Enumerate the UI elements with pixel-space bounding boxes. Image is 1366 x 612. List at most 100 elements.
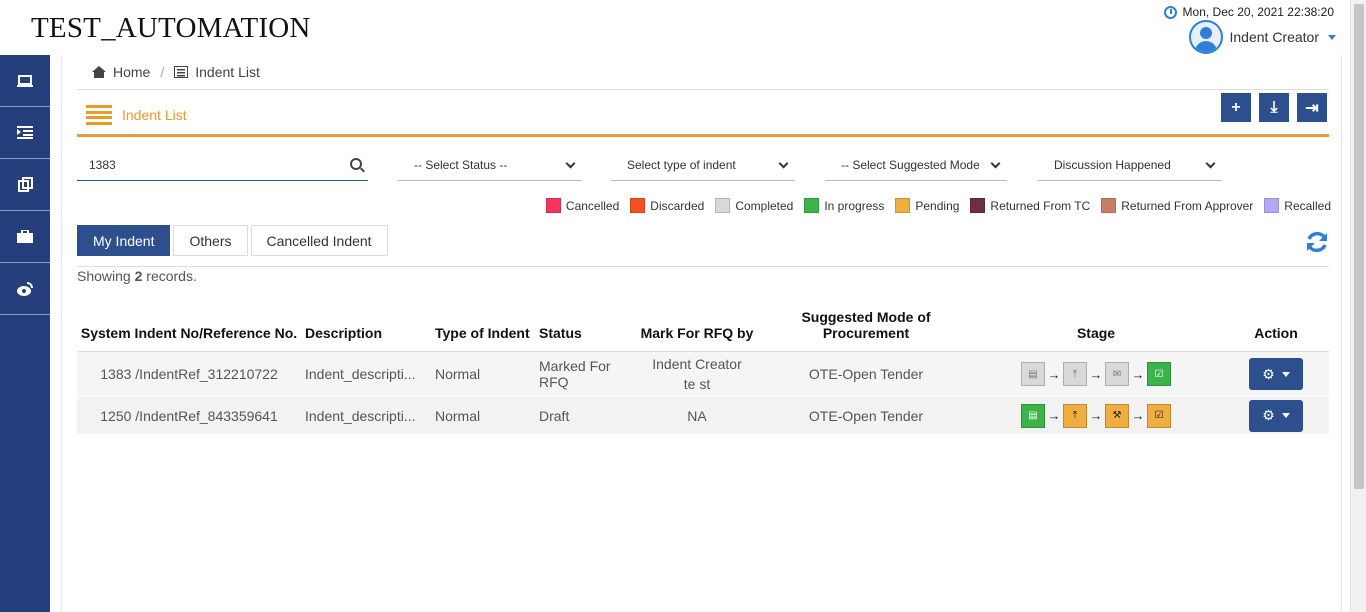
chevron-down-icon [1281,413,1290,418]
tab-my-indent[interactable]: My Indent [77,225,171,256]
gavel-stage-icon[interactable]: ⚒ [1105,403,1129,428]
status-select[interactable]: -- Select Status -- [398,149,582,181]
column-header: Mark For RFQ by [640,325,754,341]
indent-type: Normal [435,366,481,382]
search-icon[interactable] [350,158,362,170]
indent-number[interactable]: 1250 /IndentRef_843359641 [77,408,301,424]
legend-item: Returned From TC [970,198,1090,213]
stage: ▤ → ⤒ → ⚒ → ☑ [969,403,1223,428]
records-prefix: Showing [77,268,135,284]
indent-number[interactable]: 1383 /IndentRef_312210722 [77,366,301,382]
upload-stage-icon[interactable]: ⤒ [1063,403,1087,428]
stage-flow: ▤ → ⤒ → ⚒ → ☑ [969,403,1223,428]
column-header: Stage [1076,325,1116,341]
status-legend: Cancelled Discarded Completed In progres… [545,198,1331,213]
page-scrollbar[interactable] [1350,0,1366,612]
divider [77,266,1329,267]
legend-item: In progress [804,198,884,213]
divider [77,89,1329,90]
legend-swatch [715,198,731,213]
legend-swatch [545,198,561,213]
chevron-down-icon [1328,34,1336,40]
action-cell: ⚙ [1223,358,1329,390]
action-cell: ⚙ [1223,399,1329,432]
document-stage-icon[interactable]: ▤ [1021,362,1045,386]
column-header: Description [305,325,383,341]
breadcrumb-separator: / [160,64,165,80]
rfq-by: NA [687,407,707,424]
sidebar-item-indent[interactable] [0,107,50,159]
suggested-mode-select[interactable]: -- Select Suggested Mode c [825,149,1007,181]
status-select-value: -- Select Status -- [414,157,508,172]
sidebar-item-briefcase[interactable] [0,211,50,263]
add-indent-button[interactable]: + [1221,93,1251,122]
indent-type-select-value: Select type of indent [627,157,736,172]
scrollbar-thumb[interactable] [1354,4,1364,489]
check-stage-icon[interactable]: ☑ [1147,403,1171,428]
legend-label: Discarded [650,198,705,213]
gear-icon: ⚙ [1262,407,1275,423]
page-root: TEST_AUTOMATION Mon, Dec 20, 2021 22:38:… [0,0,1366,612]
toolbar: + ⤓ ⇥ [1221,93,1327,122]
clock-icon [1163,5,1177,19]
column-header: Suggested Mode of Procurement [801,309,931,341]
check-stage-icon[interactable]: ☑ [1147,362,1171,386]
document-stage-icon[interactable]: ▤ [1021,403,1045,428]
legend-label: Cancelled [565,198,620,213]
upload-stage-icon[interactable]: ⤒ [1063,362,1087,386]
sidebar-item-weibo[interactable] [0,263,50,315]
envelope-stage-icon[interactable]: ✉ [1105,362,1129,386]
arrow-icon: → [1089,408,1103,423]
legend-label: Returned From Approver [1121,198,1254,213]
sidebar-item-copy[interactable] [0,159,50,211]
indent-type-select[interactable]: Select type of indent [611,149,795,181]
action-gear-button[interactable]: ⚙ [1249,399,1303,432]
datetime: Mon, Dec 20, 2021 22:38:20 [1163,5,1334,19]
tab-others[interactable]: Others [173,225,248,256]
indent-type: Normal [435,407,481,424]
status: Draft [539,407,570,424]
arrow-icon: → [1089,366,1103,382]
breadcrumb-home[interactable]: Home [113,64,150,80]
table-row: 1250 /IndentRef_843359641 Indent_descrip… [77,397,1329,435]
breadcrumb-current: Indent List [195,64,260,80]
legend-swatch [1264,198,1280,213]
chevron-down-icon [1205,158,1216,169]
column-header: System Indent No/Reference No. [80,325,298,341]
chevron-down-icon [778,158,789,169]
user-name: Indent Creator [1229,29,1320,45]
weibo-icon [17,281,33,296]
description: Indent_descripti... [305,407,416,424]
discussion-select[interactable]: Discussion Happened [1038,149,1222,181]
legend-label: Completed [735,198,794,213]
sidebar-item-dashboard[interactable] [0,55,50,107]
legend-swatch [895,198,911,213]
suggested-mode-select-value: -- Select Suggested Mode c [841,157,979,172]
legend-item: Pending [895,198,959,213]
records-suffix: records. [142,268,197,284]
user-menu[interactable]: Indent Creator [1188,20,1336,54]
records-count: Showing 2 records. [77,268,197,284]
status: Marked For RFQ [539,358,611,390]
legend-item: Recalled [1264,198,1331,213]
legend-item: Completed [715,198,793,213]
indent-icon [17,126,33,139]
table-header: System Indent No/Reference No. Descripti… [77,305,1329,352]
avatar [1188,20,1223,54]
action-gear-button[interactable]: ⚙ [1249,358,1303,390]
download-button[interactable]: ⤓ [1259,93,1289,122]
refresh-icon[interactable] [1305,230,1329,254]
rfq-by: Indent Creator te st [652,356,742,392]
indent-table: System Indent No/Reference No. Descripti… [77,305,1329,435]
arrow-icon: → [1131,408,1145,423]
export-button[interactable]: ⇥ [1297,93,1327,122]
tab-cancelled-indent[interactable]: Cancelled Indent [250,225,388,256]
stage: ▤ → ⤒ → ✉ → ☑ [969,362,1223,386]
breadcrumb: Home / Indent List [92,64,260,80]
main-content: Home / Indent List Indent List + ⤓ ⇥ -- … [61,55,1342,612]
legend-item: Cancelled [545,198,620,213]
datetime-text: Mon, Dec 20, 2021 22:38:20 [1182,5,1334,19]
search-input[interactable] [77,157,327,172]
legend-swatch [630,198,646,213]
list-icon [86,105,112,125]
